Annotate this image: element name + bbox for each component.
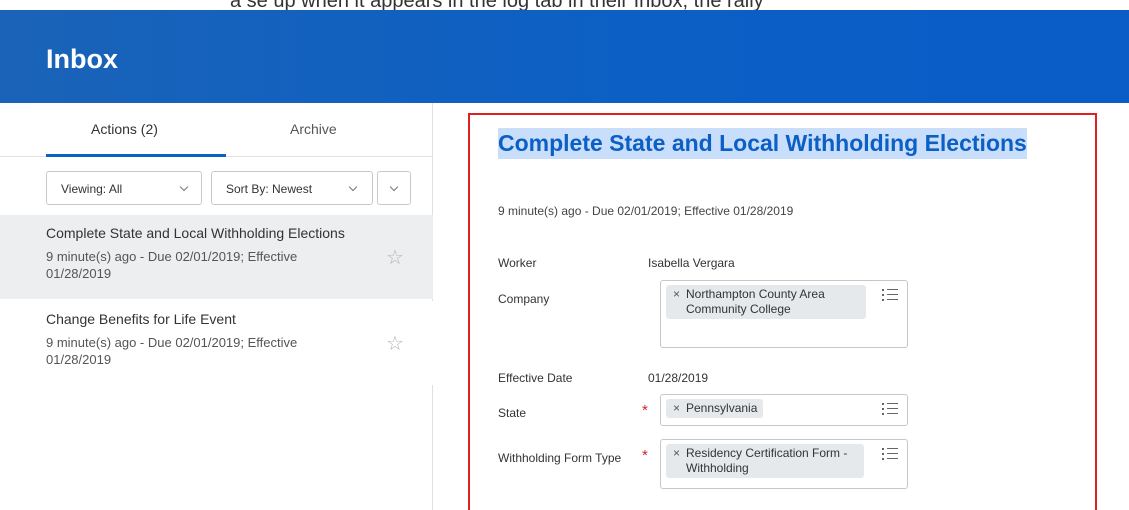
star-icon[interactable]: ☆ (386, 245, 404, 270)
viewing-filter-select[interactable]: Viewing: All (46, 171, 202, 205)
inbox-item-benefits[interactable]: Change Benefits for Life Event 9 minute(… (0, 301, 433, 385)
inbox-item-withholding[interactable]: Complete State and Local Withholding Ele… (0, 215, 433, 299)
task-detail-panel: Complete State and Local Withholding Ele… (468, 113, 1097, 510)
form-type-prompt[interactable]: × Residency Certification Form - Withhol… (660, 439, 908, 489)
required-marker: * (642, 402, 648, 419)
tab-archive[interactable]: Archive (290, 121, 337, 137)
inbox-item-title: Change Benefits for Life Event (46, 311, 236, 327)
company-label: Company (498, 292, 550, 306)
remove-icon[interactable]: × (673, 401, 680, 416)
required-marker: * (642, 447, 648, 464)
sort-select[interactable]: Sort By: Newest (211, 171, 373, 205)
chevron-down-icon (348, 182, 358, 192)
worker-value: Isabella Vergara (648, 256, 735, 270)
list-icon[interactable] (882, 403, 898, 415)
effective-date-value: 01/28/2019 (648, 371, 709, 385)
state-prompt[interactable]: × Pennsylvania (660, 394, 908, 426)
inbox-item-title: Complete State and Local Withholding Ele… (46, 225, 345, 241)
form-type-label: Withholding Form Type (498, 451, 622, 465)
viewing-filter-label: Viewing: All (61, 182, 123, 196)
more-options-button[interactable] (377, 171, 411, 205)
remove-icon[interactable]: × (673, 287, 680, 302)
list-icon[interactable] (882, 289, 898, 301)
state-label: State (498, 406, 527, 420)
state-pill-text: Pennsylvania (686, 401, 758, 415)
list-icon[interactable] (882, 448, 898, 460)
company-prompt[interactable]: × Northampton County Area Community Coll… (660, 280, 908, 348)
tab-actions[interactable]: Actions (2) (91, 121, 158, 137)
form-type-pill-text: Residency Certification Form - Withholdi… (686, 446, 848, 475)
inbox-list-panel: Actions (2) Archive Viewing: All Sort By… (0, 103, 433, 510)
task-title: Complete State and Local Withholding Ele… (498, 128, 1027, 159)
task-meta: 9 minute(s) ago - Due 02/01/2019; Effect… (498, 204, 794, 218)
inbox-tabs: Actions (2) Archive (0, 103, 433, 157)
state-pill: × Pennsylvania (666, 399, 764, 418)
star-icon[interactable]: ☆ (386, 331, 404, 356)
chevron-down-icon (389, 182, 399, 192)
inbox-header: Inbox (0, 10, 1129, 103)
active-tab-indicator (46, 154, 226, 157)
effective-date-label: Effective Date (498, 371, 573, 385)
inbox-item-meta: 9 minute(s) ago - Due 02/01/2019; Effect… (46, 249, 298, 281)
sort-label: Sort By: Newest (226, 182, 313, 196)
inbox-item-meta: 9 minute(s) ago - Due 02/01/2019; Effect… (46, 335, 298, 367)
company-pill-text: Northampton County Area Community Colleg… (686, 287, 825, 316)
inbox-filters: Viewing: All Sort By: Newest (46, 171, 416, 205)
chevron-down-icon (179, 182, 189, 192)
worker-label: Worker (498, 256, 537, 270)
page-title: Inbox (46, 44, 118, 74)
form-type-pill: × Residency Certification Form - Withhol… (666, 444, 864, 478)
company-pill: × Northampton County Area Community Coll… (666, 285, 866, 319)
remove-icon[interactable]: × (673, 446, 680, 461)
